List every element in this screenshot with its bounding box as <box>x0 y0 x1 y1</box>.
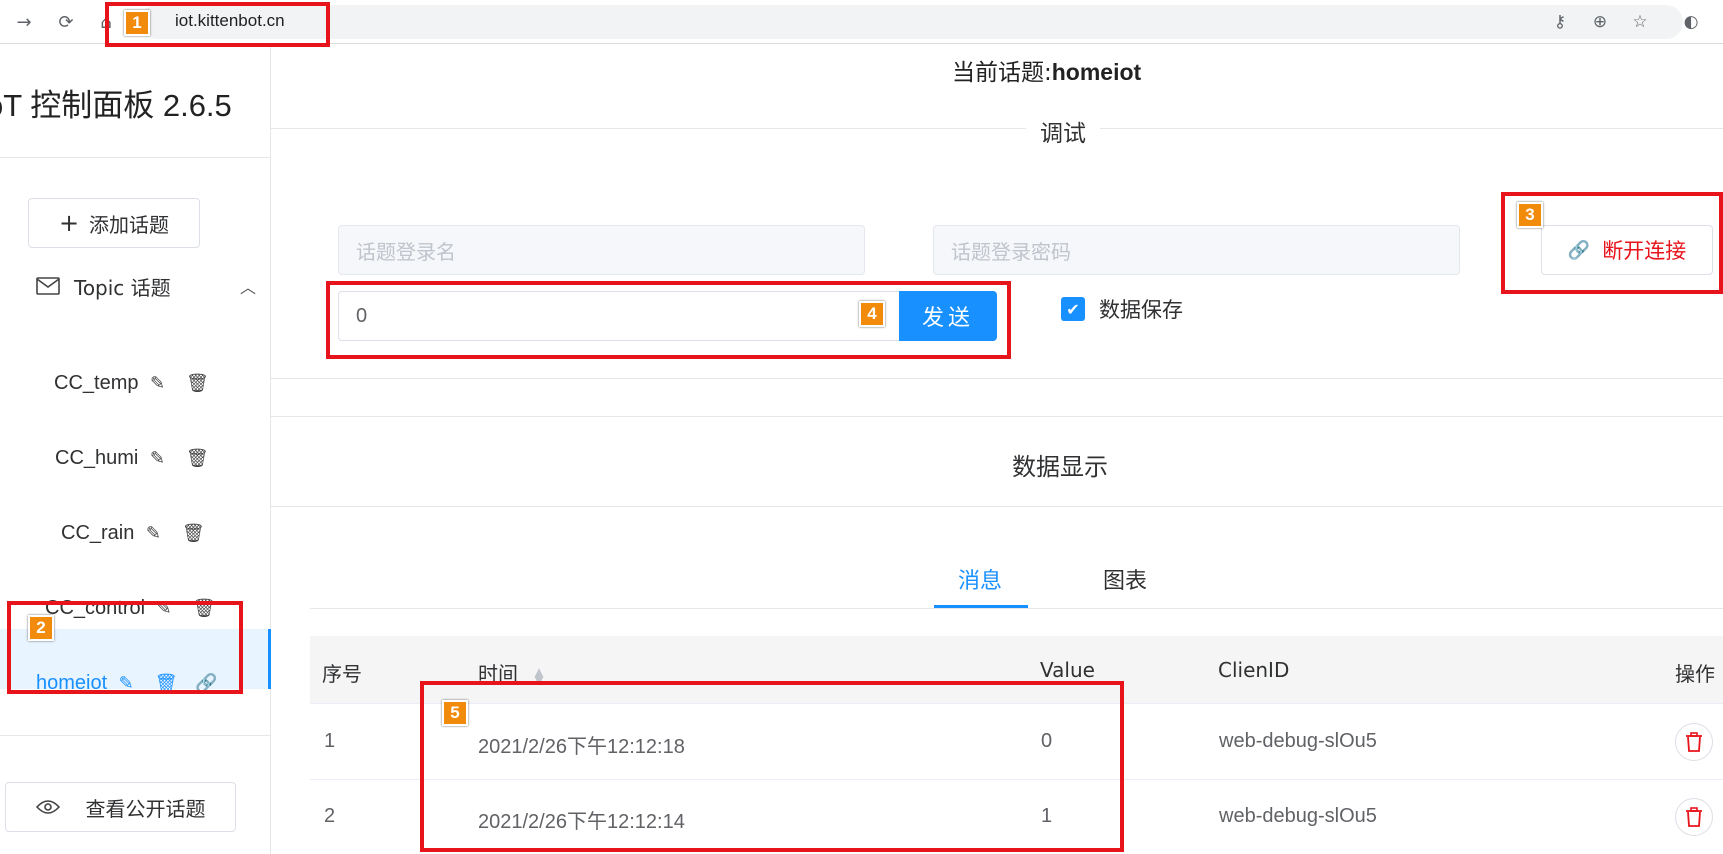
annotation-box-5 <box>420 681 1124 852</box>
column-client-id: ClienID <box>1218 658 1290 682</box>
reload-icon[interactable]: ⟳ <box>52 8 80 36</box>
trash-icon <box>1686 732 1702 752</box>
sidebar-item-label: CC_rain <box>61 521 135 544</box>
annotation-badge-5: 5 <box>442 700 468 726</box>
tabs-divider <box>310 608 1723 609</box>
delete-row-button[interactable] <box>1675 798 1713 836</box>
topic-group-label: Topic 话题 <box>74 275 171 300</box>
debug-divider <box>271 128 1723 129</box>
mail-icon <box>36 277 60 295</box>
add-topic-button[interactable]: + 添加话题 <box>28 198 200 248</box>
view-public-topics-button[interactable]: 查看公开话题 <box>5 782 236 832</box>
sidebar-divider <box>0 157 271 158</box>
trash-icon[interactable]: 🗑 <box>184 448 210 469</box>
tab-charts[interactable]: 图表 <box>1103 563 1147 599</box>
save-data-checkbox[interactable]: ✔ <box>1061 297 1085 321</box>
sidebar-item-cc-humi[interactable]: CC_humi ✎ 🗑 <box>55 438 210 478</box>
annotation-badge-2: 2 <box>28 615 54 641</box>
annotation-badge-1: 1 <box>124 10 150 36</box>
section-divider <box>271 378 1723 379</box>
cell-index: 1 <box>324 730 336 752</box>
tab-messages[interactable]: 消息 <box>958 563 1002 599</box>
cell-client-id: web-debug-slOu5 <box>1219 805 1377 827</box>
column-value: Value <box>1040 658 1095 682</box>
cell-index: 2 <box>324 805 336 827</box>
current-topic-title: 当前话题:homeiot <box>952 53 1141 87</box>
back-icon[interactable]: → <box>10 8 38 36</box>
sidebar-divider <box>0 735 271 736</box>
sidebar-item-cc-rain[interactable]: CC_rain ✎ 🗑 <box>61 513 206 553</box>
column-index: 序号 <box>322 662 362 686</box>
edit-icon[interactable]: ✎ <box>144 448 170 469</box>
trash-icon <box>1686 807 1702 827</box>
plus-icon: + <box>58 209 80 237</box>
delete-row-button[interactable] <box>1675 723 1713 761</box>
eye-icon <box>35 800 60 814</box>
data-display-divider <box>271 506 1723 507</box>
active-tab-indicator <box>934 605 1028 608</box>
add-topic-label: 添加话题 <box>89 212 170 237</box>
sidebar-item-label: CC_humi <box>55 446 139 469</box>
sidebar: oT 控制面板 2.6.5 + 添加话题 Topic 话题 ︿ CC_temp … <box>0 44 271 854</box>
sidebar-item-cc-temp[interactable]: CC_temp ✎ 🗑 <box>54 363 210 403</box>
annotation-badge-4: 4 <box>859 301 885 327</box>
chevron-up-icon[interactable]: ︿ <box>240 274 256 298</box>
annotation-badge-3: 3 <box>1517 202 1543 228</box>
sidebar-item-label: CC_temp <box>54 371 139 394</box>
debug-title: 调试 <box>1026 114 1100 148</box>
key-icon[interactable]: ⚷ <box>1549 11 1571 33</box>
current-topic-prefix: 当前话题: <box>952 60 1052 86</box>
edit-icon[interactable]: ✎ <box>140 523 166 544</box>
data-display-title: 数据显示 <box>1012 453 1108 481</box>
trash-icon[interactable]: 🗑 <box>180 523 206 544</box>
column-actions: 操作 <box>1675 662 1715 686</box>
save-data-label: 数据保存 <box>1099 298 1183 322</box>
trash-icon[interactable]: 🗑 <box>184 373 210 394</box>
star-icon[interactable]: ☆ <box>1629 11 1651 33</box>
app-title: oT 控制面板 2.6.5 <box>0 88 232 123</box>
login-password-input[interactable]: 话题登录密码 <box>933 225 1460 275</box>
extension-icon[interactable]: ◐ <box>1680 11 1702 33</box>
current-topic-name: homeiot <box>1051 59 1142 85</box>
annotation-box-4 <box>326 281 1011 359</box>
login-name-input[interactable]: 话题登录名 <box>338 225 865 275</box>
edit-icon[interactable]: ✎ <box>144 373 170 394</box>
cell-client-id: web-debug-slOu5 <box>1219 730 1377 752</box>
topic-group-header[interactable]: Topic 话题 ︿ <box>36 266 256 306</box>
address-bar[interactable] <box>140 5 1683 39</box>
zoom-icon[interactable]: ⊕ <box>1589 11 1611 33</box>
public-topics-label: 查看公开话题 <box>85 796 206 821</box>
